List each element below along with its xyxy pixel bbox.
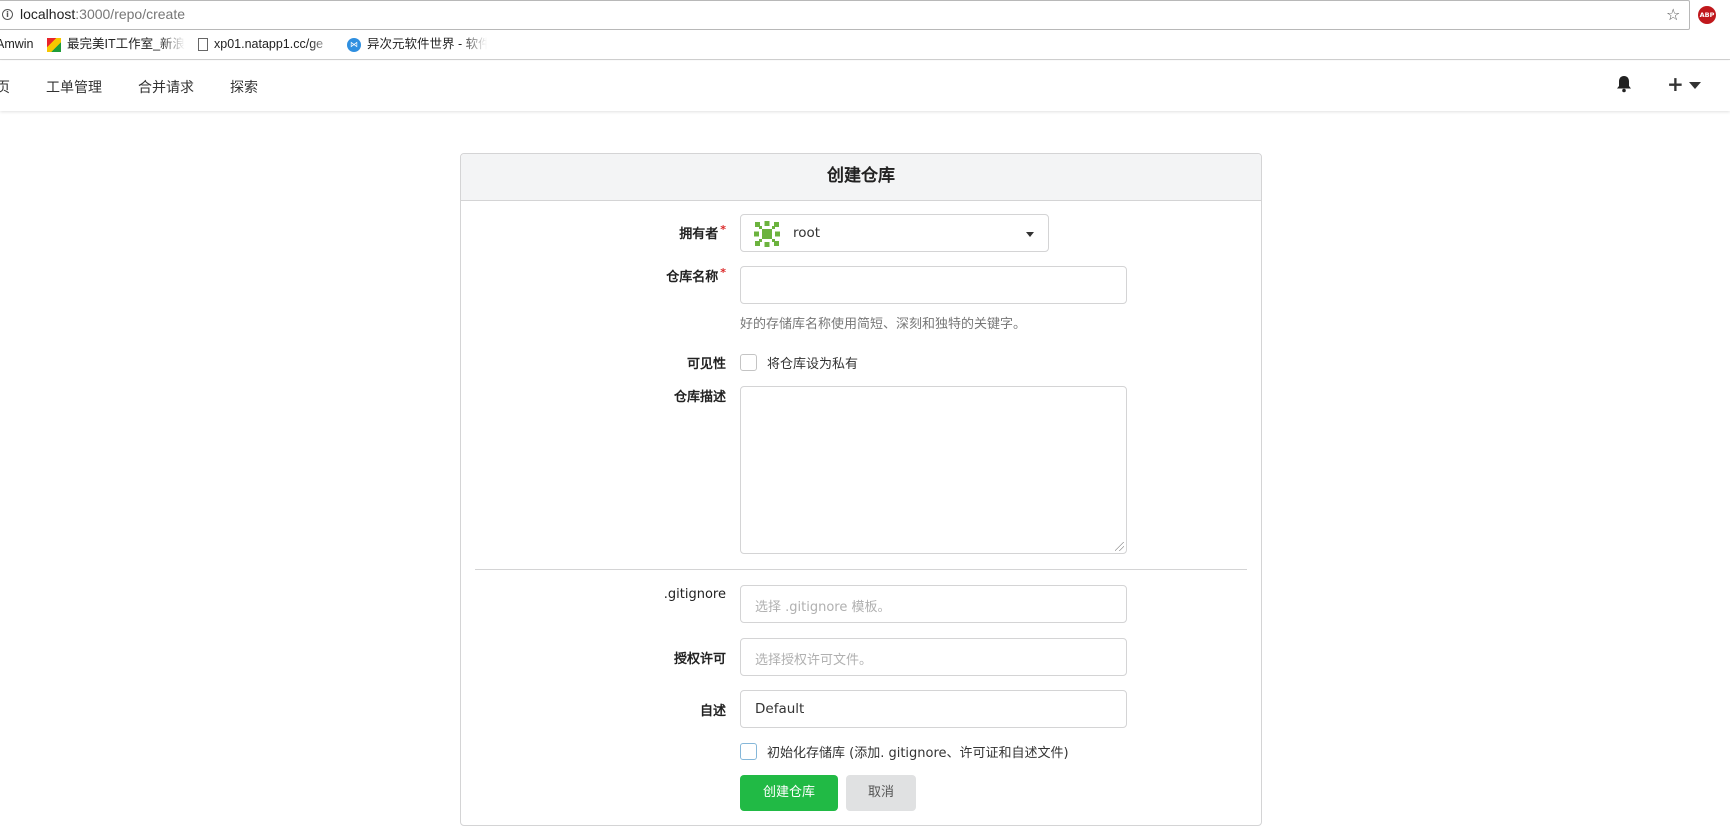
- vs-icon: ⋈: [347, 37, 361, 52]
- bell-icon[interactable]: [1616, 75, 1632, 93]
- owner-name: root: [793, 225, 821, 241]
- resize-grip-icon[interactable]: [1115, 542, 1124, 551]
- bookmark-amwin[interactable]: Amwin: [0, 36, 36, 52]
- avatar: [753, 220, 781, 248]
- visibility-label: 可见性: [686, 357, 726, 372]
- owner-dropdown[interactable]: root: [740, 214, 1049, 252]
- bookmark-it-studio[interactable]: 最完美IT工作室_新浪: [47, 36, 185, 52]
- nav-pulls[interactable]: 合并请求: [138, 77, 194, 97]
- form-title: 创建仓库: [461, 154, 1261, 201]
- repo-name-help: 好的存储库名称使用简短、深刻和独特的关键字。: [740, 317, 1027, 332]
- bookmark-iplaysoft[interactable]: ⋈ 异次元软件世界 - 软件: [347, 36, 487, 52]
- nav-issues[interactable]: 工单管理: [46, 77, 102, 97]
- dropdown-caret-icon: [1026, 232, 1034, 237]
- adblock-plus-icon[interactable]: ABP: [1698, 6, 1716, 24]
- nav-explore[interactable]: 探索: [230, 77, 258, 97]
- gitignore-dropdown[interactable]: 选择 .gitignore 模板。: [740, 585, 1127, 623]
- description-field[interactable]: [740, 386, 1127, 554]
- info-icon[interactable]: i: [2, 9, 13, 20]
- owner-label: 拥有者 *: [679, 223, 726, 242]
- license-dropdown[interactable]: 选择授权许可文件。: [740, 638, 1127, 676]
- plus-icon[interactable]: +: [1667, 72, 1684, 96]
- bookmark-star-icon[interactable]: ☆: [1666, 5, 1680, 25]
- gitignore-placeholder: 选择 .gitignore 模板。: [755, 600, 891, 615]
- auto-init-label[interactable]: 初始化存储库 (添加. gitignore、许可证和自述文件): [767, 742, 1069, 761]
- gitignore-label: .gitignore: [663, 587, 726, 602]
- private-checkbox[interactable]: [740, 354, 757, 371]
- page-icon: [198, 38, 208, 52]
- description-label: 仓库描述: [673, 390, 726, 405]
- bookmark-natapp[interactable]: xp01.natapp1.cc/ge: [198, 36, 334, 52]
- repo-name-input[interactable]: [741, 267, 1126, 303]
- cancel-button[interactable]: 取消: [846, 775, 916, 811]
- repo-name-field[interactable]: [740, 266, 1127, 304]
- license-label: 授权许可: [673, 652, 726, 667]
- readme-value: Default: [755, 701, 805, 717]
- readme-label: 自述: [699, 704, 726, 719]
- private-checkbox-label[interactable]: 将仓库设为私有: [767, 353, 858, 372]
- auto-init-checkbox[interactable]: [740, 743, 757, 760]
- url-text[interactable]: localhost:3000/repo/create: [20, 6, 185, 22]
- nav-home[interactable]: 首页: [0, 77, 10, 97]
- license-placeholder: 选择授权许可文件。: [755, 653, 873, 668]
- divider: [475, 569, 1247, 570]
- readme-dropdown[interactable]: Default: [740, 690, 1127, 728]
- top-navbar: 首页 工单管理 合并请求 探索 +: [0, 61, 1730, 111]
- colorful-flag-icon: [47, 37, 61, 52]
- description-textarea[interactable]: [741, 387, 1126, 553]
- bookmarks-bar: Amwin 最完美IT工作室_新浪 xp01.natapp1.cc/ge ⋈ 异次…: [0, 30, 1730, 60]
- create-repo-button[interactable]: 创建仓库: [740, 775, 838, 811]
- address-bar[interactable]: i localhost:3000/repo/create ☆: [0, 0, 1690, 30]
- create-repo-form: 创建仓库 拥有者 * root 仓库名称 * 好的存储库名称使用简短、深刻和独特的关…: [460, 153, 1262, 826]
- chevron-down-icon[interactable]: [1689, 82, 1701, 89]
- repo-name-label: 仓库名称 *: [666, 266, 726, 285]
